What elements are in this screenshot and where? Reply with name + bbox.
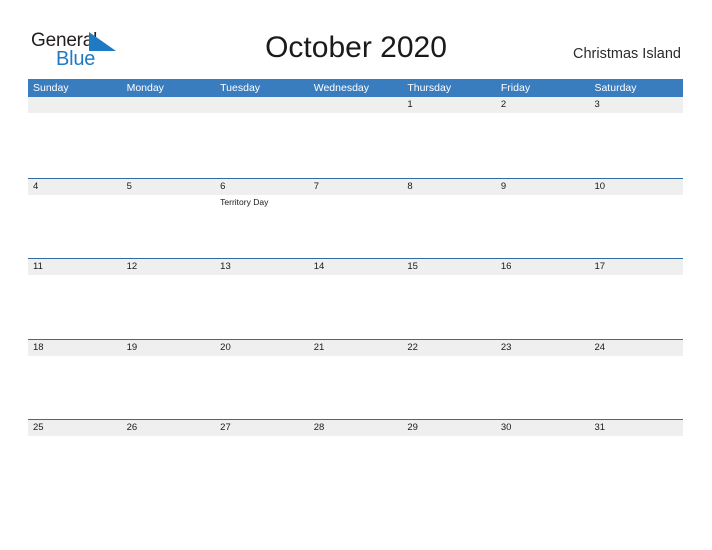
day-number[interactable]: 29 bbox=[402, 420, 496, 436]
day-number[interactable]: 16 bbox=[496, 259, 590, 275]
dow-thursday: Thursday bbox=[407, 82, 452, 94]
day-cell bbox=[215, 113, 309, 176]
day-number[interactable]: 7 bbox=[309, 179, 403, 195]
day-cell bbox=[309, 113, 403, 176]
day-number[interactable]: 11 bbox=[28, 259, 122, 275]
week-body bbox=[28, 355, 683, 419]
day-cell[interactable] bbox=[589, 195, 683, 258]
dow-wednesday: Wednesday bbox=[313, 82, 369, 94]
day-number[interactable]: 18 bbox=[28, 340, 122, 356]
day-cell[interactable] bbox=[28, 275, 122, 338]
day-cell[interactable] bbox=[496, 113, 590, 176]
day-number[interactable]: 22 bbox=[402, 340, 496, 356]
day-cell[interactable] bbox=[402, 436, 496, 499]
week-date-band: 18 19 20 21 22 23 24 bbox=[28, 338, 683, 356]
day-cell[interactable] bbox=[28, 195, 122, 258]
day-number[interactable]: 8 bbox=[402, 179, 496, 195]
day-cell[interactable] bbox=[309, 436, 403, 499]
day-number[interactable]: 14 bbox=[309, 259, 403, 275]
day-cell[interactable] bbox=[215, 275, 309, 338]
region-label: Christmas Island bbox=[573, 46, 681, 62]
day-number[interactable]: 13 bbox=[215, 259, 309, 275]
day-cell[interactable] bbox=[28, 436, 122, 499]
day-number[interactable]: 20 bbox=[215, 340, 309, 356]
day-event: Territory Day bbox=[220, 196, 269, 207]
day-cell[interactable] bbox=[215, 356, 309, 419]
day-cell[interactable] bbox=[496, 356, 590, 419]
day-number[interactable]: 23 bbox=[496, 340, 590, 356]
day-cell[interactable] bbox=[589, 436, 683, 499]
day-number[interactable]: 26 bbox=[122, 420, 216, 436]
day-number[interactable]: 21 bbox=[309, 340, 403, 356]
week-body bbox=[28, 275, 683, 338]
day-cell[interactable] bbox=[496, 195, 590, 258]
dow-monday: Monday bbox=[126, 82, 164, 94]
week-date-band: 25 26 27 28 29 30 31 bbox=[28, 419, 683, 436]
day-cell[interactable] bbox=[215, 436, 309, 499]
day-number[interactable]: 2 bbox=[496, 97, 590, 113]
dow-tuesday: Tuesday bbox=[220, 82, 261, 94]
day-number[interactable]: 12 bbox=[122, 259, 216, 275]
dow-saturday: Saturday bbox=[594, 82, 637, 94]
dow-sunday: Sunday bbox=[33, 82, 69, 94]
day-number[interactable]: 30 bbox=[496, 420, 590, 436]
day-number[interactable]: 24 bbox=[589, 340, 683, 356]
day-number[interactable]: 15 bbox=[402, 259, 496, 275]
day-number[interactable]: 17 bbox=[589, 259, 683, 275]
page-header: General Blue October 2020 Christmas Isla… bbox=[0, 0, 712, 80]
day-number[interactable]: 19 bbox=[122, 340, 216, 356]
day-cell[interactable] bbox=[309, 275, 403, 338]
calendar-week-row: 4 5 6 7 8 9 10 Territory Day bbox=[28, 177, 683, 259]
calendar-week-row: 25 26 27 28 29 30 31 bbox=[28, 419, 683, 500]
day-cell[interactable] bbox=[496, 436, 590, 499]
day-cell[interactable] bbox=[309, 195, 403, 258]
day-cell bbox=[28, 113, 122, 176]
day-number[interactable]: 10 bbox=[589, 179, 683, 195]
day-cell[interactable] bbox=[122, 356, 216, 419]
day-number[interactable]: 27 bbox=[215, 420, 309, 436]
week-date-band: 4 5 6 7 8 9 10 bbox=[28, 177, 683, 195]
day-cell[interactable] bbox=[589, 113, 683, 176]
day-cell[interactable] bbox=[122, 195, 216, 258]
day-cell[interactable] bbox=[589, 275, 683, 338]
day-cell[interactable] bbox=[309, 356, 403, 419]
calendar-page: General Blue October 2020 Christmas Isla… bbox=[0, 0, 712, 550]
calendar-week-row: 123 bbox=[28, 97, 683, 178]
day-number-empty bbox=[309, 97, 403, 113]
day-number[interactable]: 9 bbox=[496, 179, 590, 195]
week-body bbox=[28, 436, 683, 499]
day-cell[interactable] bbox=[402, 113, 496, 176]
calendar-week-row: 18 19 20 21 22 23 24 bbox=[28, 338, 683, 420]
week-date-band: 11 12 13 14 15 16 17 bbox=[28, 258, 683, 275]
day-number[interactable]: 25 bbox=[28, 420, 122, 436]
day-number-empty bbox=[122, 97, 216, 113]
day-cell[interactable] bbox=[28, 356, 122, 419]
day-cell[interactable] bbox=[589, 356, 683, 419]
day-cell bbox=[122, 113, 216, 176]
day-cell[interactable]: Territory Day bbox=[215, 195, 309, 258]
day-cell[interactable] bbox=[402, 275, 496, 338]
day-cell[interactable] bbox=[402, 195, 496, 258]
day-cell[interactable] bbox=[122, 275, 216, 338]
day-number[interactable]: 28 bbox=[309, 420, 403, 436]
week-body: Territory Day bbox=[28, 194, 683, 258]
day-of-week-header: Sunday Monday Tuesday Wednesday Thursday… bbox=[28, 79, 683, 97]
day-number[interactable]: 3 bbox=[589, 97, 683, 113]
day-number[interactable]: 31 bbox=[589, 420, 683, 436]
day-number[interactable]: 1 bbox=[402, 97, 496, 113]
calendar-grid: Sunday Monday Tuesday Wednesday Thursday… bbox=[28, 79, 683, 500]
day-number-empty bbox=[28, 97, 122, 113]
day-cell[interactable] bbox=[122, 436, 216, 499]
calendar-week-row: 11 12 13 14 15 16 17 bbox=[28, 258, 683, 339]
calendar-weeks: 1 2 3 4 5 6 7 8 9 10 Territory Day 11 12 13 14 15 16 17 18… bbox=[28, 97, 683, 500]
day-number[interactable]: 4 bbox=[28, 179, 122, 195]
day-cell[interactable] bbox=[402, 356, 496, 419]
day-number-empty bbox=[215, 97, 309, 113]
dow-friday: Friday bbox=[500, 82, 531, 94]
day-cell[interactable] bbox=[496, 275, 590, 338]
day-number[interactable]: 5 bbox=[122, 179, 216, 195]
week-body bbox=[28, 113, 683, 176]
week-date-band: 123 bbox=[28, 97, 683, 113]
day-number[interactable]: 6 bbox=[215, 179, 309, 195]
